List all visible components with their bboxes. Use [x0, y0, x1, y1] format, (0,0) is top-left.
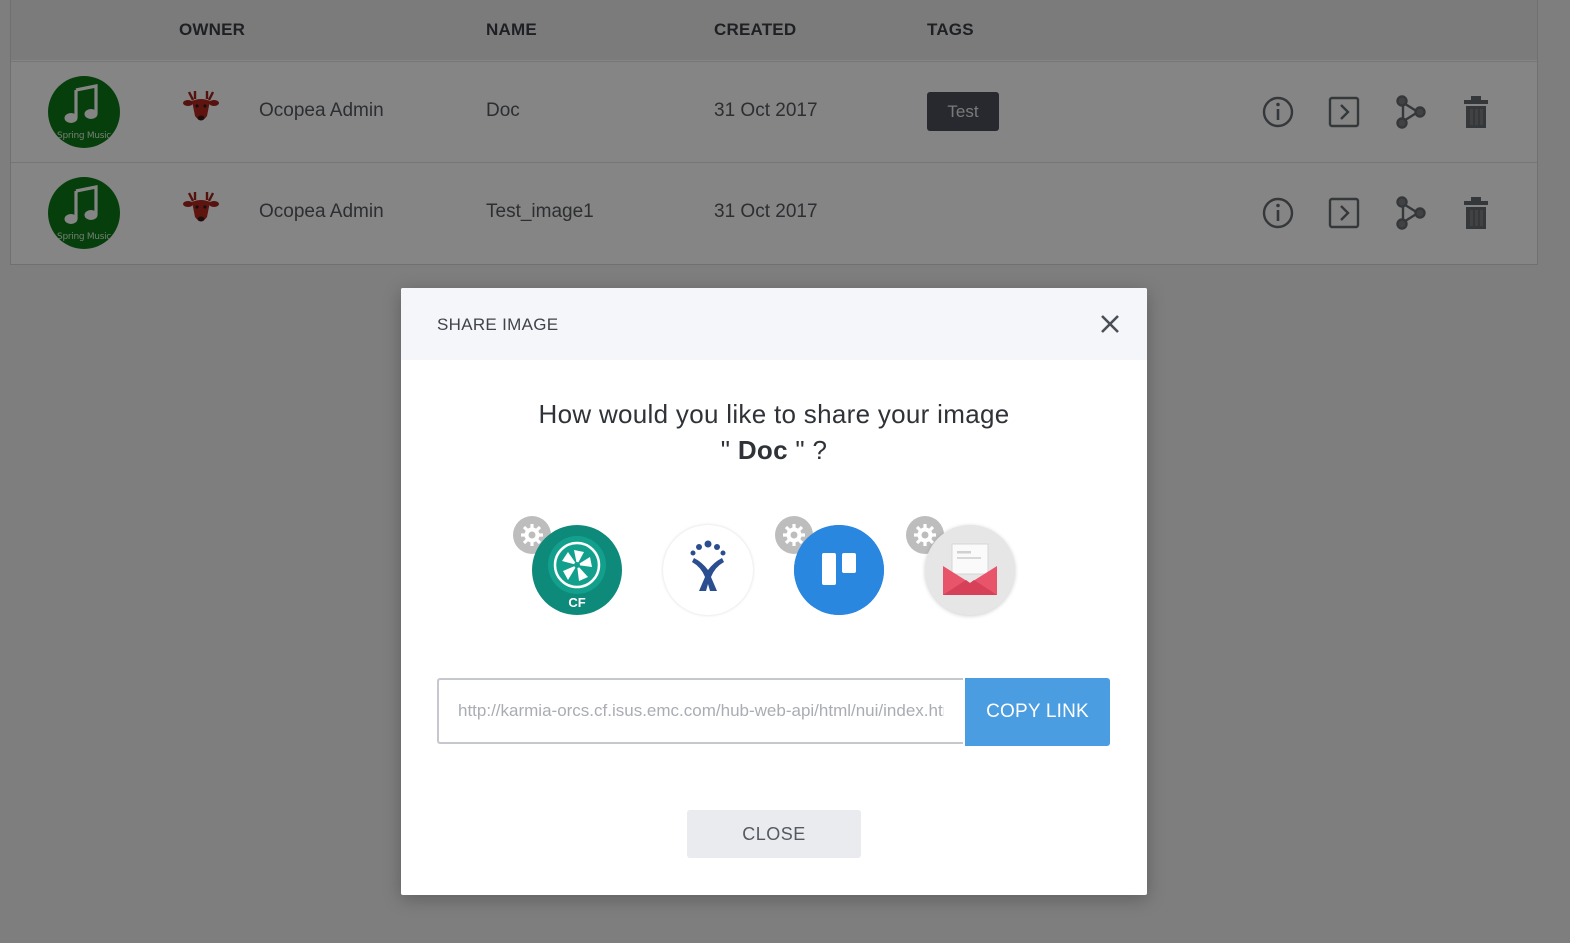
shared-image-name: Doc — [737, 435, 788, 465]
dialog-header: SHARE IMAGE — [401, 288, 1147, 360]
share-jira-button[interactable] — [663, 525, 753, 615]
image-name-line: " Doc " ? — [401, 432, 1147, 468]
share-cloud-foundry-button[interactable]: CF — [532, 525, 622, 615]
cf-label: CF — [568, 595, 586, 610]
doc-prefix: " — [720, 435, 738, 465]
close-icon[interactable] — [1098, 312, 1122, 336]
share-question-text: How would you like to share your image — [538, 399, 1010, 429]
email-icon — [925, 525, 1015, 615]
doc-suffix: " ? — [787, 435, 828, 465]
share-trello-button[interactable] — [794, 525, 884, 615]
close-button[interactable]: CLOSE — [687, 810, 861, 858]
copy-link-button[interactable]: COPY LINK — [965, 678, 1110, 746]
jira-icon — [664, 526, 752, 614]
share-question: How would you like to share your image "… — [401, 396, 1147, 468]
dialog-title: SHARE IMAGE — [437, 315, 559, 334]
share-link-field[interactable] — [437, 678, 963, 744]
trello-icon — [794, 525, 884, 615]
share-email-button[interactable] — [925, 525, 1015, 615]
share-image-dialog: SHARE IMAGE How would you like to share … — [401, 288, 1147, 895]
